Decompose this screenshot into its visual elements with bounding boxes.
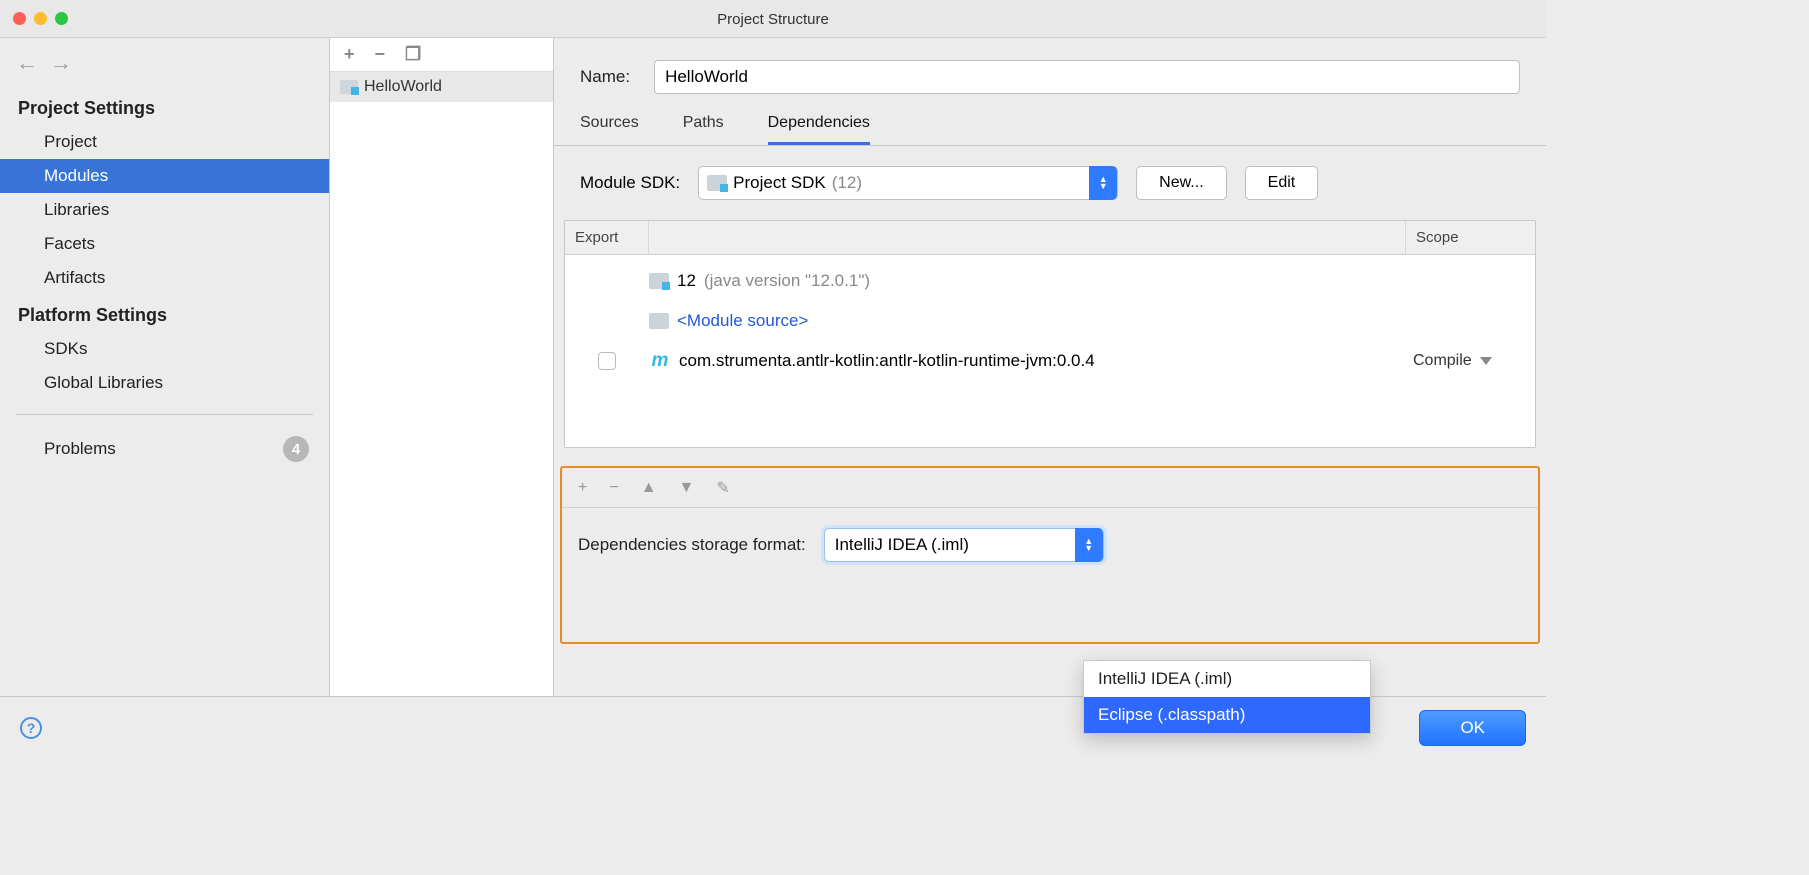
problems-label: Problems xyxy=(44,439,116,459)
table-row[interactable]: 12 (java version "12.0.1") xyxy=(565,261,1535,301)
dep-label: 12 xyxy=(677,271,696,291)
col-scope: Scope xyxy=(1405,221,1535,254)
chevron-down-icon[interactable] xyxy=(1480,357,1492,365)
storage-format-dropdown: IntelliJ IDEA (.iml) Eclipse (.classpath… xyxy=(1083,660,1371,734)
maximize-window-button[interactable] xyxy=(55,12,68,25)
name-label: Name: xyxy=(580,67,630,87)
module-detail-panel: Name: Sources Paths Dependencies Module … xyxy=(554,38,1546,696)
module-name: HelloWorld xyxy=(364,78,442,96)
dep-hint: (java version "12.0.1") xyxy=(704,271,870,291)
move-down-icon[interactable]: ▼ xyxy=(679,479,695,497)
nav-libraries[interactable]: Libraries xyxy=(0,193,329,227)
storage-format-label: Dependencies storage format: xyxy=(578,535,806,555)
storage-format-value: IntelliJ IDEA (.iml) xyxy=(835,535,969,555)
chevron-updown-icon: ▲▼ xyxy=(1075,528,1103,562)
dependencies-table: Export Scope 12 (java version "12.0.1") xyxy=(564,220,1536,448)
nav-artifacts[interactable]: Artifacts xyxy=(0,261,329,295)
edit-dependency-icon[interactable]: ✎ xyxy=(716,478,729,498)
divider xyxy=(16,414,313,415)
close-window-button[interactable] xyxy=(13,12,26,25)
nav-problems[interactable]: Problems 4 xyxy=(0,429,329,469)
module-folder-icon xyxy=(340,80,358,94)
problems-count-badge: 4 xyxy=(283,436,309,462)
module-sdk-label: Module SDK: xyxy=(580,173,680,193)
help-icon[interactable]: ? xyxy=(20,717,42,739)
module-name-input[interactable] xyxy=(654,60,1520,94)
titlebar: Project Structure xyxy=(0,0,1546,38)
module-item[interactable]: HelloWorld xyxy=(330,72,553,102)
scope-value[interactable]: Compile xyxy=(1413,352,1472,370)
table-row[interactable]: m com.strumenta.antlr-kotlin:antlr-kotli… xyxy=(565,341,1535,381)
copy-module-icon[interactable]: ❐ xyxy=(405,44,421,65)
dep-label: <Module source> xyxy=(677,311,808,331)
nav-forward-icon[interactable]: → xyxy=(50,50,72,76)
module-list-panel: + − ❐ HelloWorld xyxy=(330,38,554,696)
nav-global-libraries[interactable]: Global Libraries xyxy=(0,366,329,400)
window-title: Project Structure xyxy=(0,0,1546,38)
add-module-icon[interactable]: + xyxy=(344,44,355,65)
chevron-updown-icon: ▲▼ xyxy=(1089,166,1117,200)
col-export: Export xyxy=(565,221,649,254)
maven-icon: m xyxy=(649,350,671,372)
storage-format-select[interactable]: IntelliJ IDEA (.iml) ▲▼ xyxy=(824,528,1104,562)
tab-dependencies[interactable]: Dependencies xyxy=(768,114,870,145)
add-dependency-icon[interactable]: + xyxy=(578,479,587,497)
nav-facets[interactable]: Facets xyxy=(0,227,329,261)
sdk-folder-icon xyxy=(707,175,727,191)
dropdown-option[interactable]: IntelliJ IDEA (.iml) xyxy=(1084,661,1370,697)
minimize-window-button[interactable] xyxy=(34,12,47,25)
module-sdk-select[interactable]: Project SDK (12) ▲▼ xyxy=(698,166,1118,200)
nav-back-icon[interactable]: ← xyxy=(16,50,38,76)
section-project-settings: Project Settings xyxy=(0,88,329,125)
module-tabs: Sources Paths Dependencies xyxy=(554,102,1546,146)
remove-module-icon[interactable]: − xyxy=(375,44,386,65)
sdk-value: Project SDK xyxy=(733,173,826,193)
nav-sdks[interactable]: SDKs xyxy=(0,332,329,366)
section-platform-settings: Platform Settings xyxy=(0,295,329,332)
dep-label: com.strumenta.antlr-kotlin:antlr-kotlin-… xyxy=(679,351,1095,371)
sdk-edit-button[interactable]: Edit xyxy=(1245,166,1319,200)
tab-sources[interactable]: Sources xyxy=(580,114,639,145)
highlighted-region: + − ▲ ▼ ✎ Dependencies storage format: I… xyxy=(560,466,1540,644)
move-up-icon[interactable]: ▲ xyxy=(641,479,657,497)
sdk-hint: (12) xyxy=(832,173,862,193)
ok-button[interactable]: OK xyxy=(1419,710,1526,746)
export-checkbox[interactable] xyxy=(598,352,616,370)
sdk-new-button[interactable]: New... xyxy=(1136,166,1226,200)
dependency-toolbar: + − ▲ ▼ ✎ xyxy=(562,468,1538,508)
remove-dependency-icon[interactable]: − xyxy=(609,479,618,497)
nav-modules[interactable]: Modules xyxy=(0,159,329,193)
tab-paths[interactable]: Paths xyxy=(683,114,724,145)
settings-sidebar: ← → Project Settings Project Modules Lib… xyxy=(0,38,330,696)
sdk-folder-icon xyxy=(649,273,669,289)
folder-icon xyxy=(649,313,669,329)
table-row[interactable]: <Module source> xyxy=(565,301,1535,341)
dropdown-option[interactable]: Eclipse (.classpath) xyxy=(1084,697,1370,733)
nav-project[interactable]: Project xyxy=(0,125,329,159)
